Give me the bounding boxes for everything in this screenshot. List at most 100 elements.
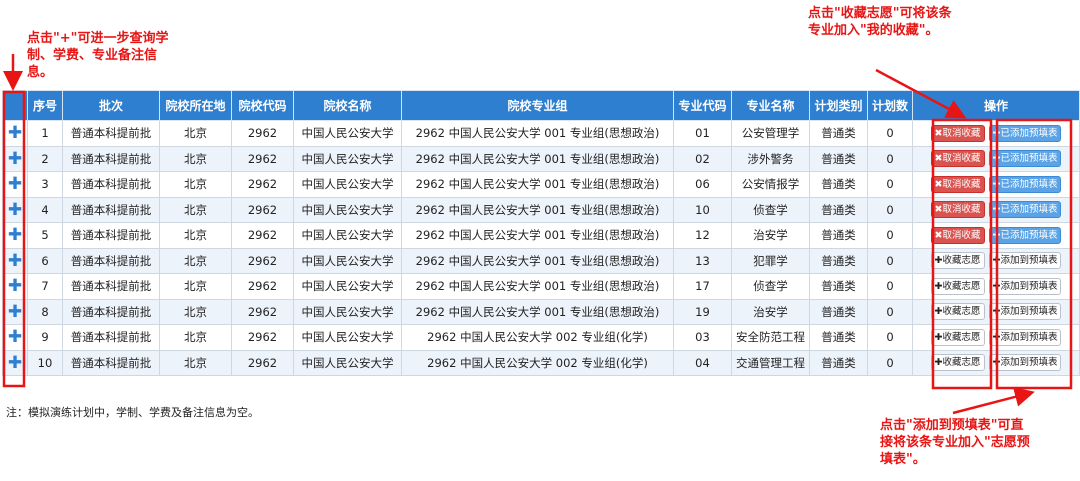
add-to-preform-button[interactable]: ✚添加到预填表 (988, 328, 1062, 346)
actions-cell: ✚收藏志愿 ✚添加到预填表 (912, 349, 1080, 376)
expand-plus-icon[interactable]: ✚ (2, 196, 28, 223)
plan-count-cell: 0 (867, 247, 913, 274)
cancel-favorite-button[interactable]: ✖取消收藏 (930, 150, 985, 168)
table-row: ✚ 4 普通本科提前批 北京 2962 中国人民公安大学 2962 中国人民公安大学 001… (2, 196, 1080, 223)
expand-plus-icon[interactable]: ✚ (2, 247, 28, 274)
location-cell: 北京 (159, 349, 232, 376)
cancel-favorite-button[interactable]: ✖取消收藏 (930, 201, 985, 219)
major-group-cell: 2962 中国人民公安大学 002 专业组(化学) (401, 324, 674, 351)
table-header-row: 序号 批次 院校所在地 院校代码 院校名称 院校专业组 专业代码 专业名称 计划… (2, 90, 1080, 121)
table-row: ✚ 5 普通本科提前批 北京 2962 中国人民公安大学 2962 中国人民公安大学 001… (2, 222, 1080, 249)
add-favorite-button[interactable]: ✚收藏志愿 (930, 354, 985, 372)
major-group-cell: 2962 中国人民公安大学 001 专业组(思想政治) (401, 273, 674, 300)
major-group-cell: 2962 中国人民公安大学 001 专业组(思想政治) (401, 222, 674, 249)
school-name-cell: 中国人民公安大学 (293, 120, 402, 147)
batch-cell: 普通本科提前批 (62, 247, 160, 274)
add-favorite-button[interactable]: ✚收藏志愿 (930, 252, 985, 270)
expand-plus-icon[interactable]: ✚ (2, 120, 28, 147)
major-name-cell: 侦查学 (731, 196, 810, 223)
major-code-cell: 12 (673, 222, 732, 249)
row-number: 10 (27, 349, 63, 376)
school-code-cell: 2962 (231, 273, 294, 300)
location-cell: 北京 (159, 145, 232, 172)
school-code-cell: 2962 (231, 298, 294, 325)
add-favorite-button[interactable]: ✚收藏志愿 (930, 303, 985, 321)
header-major-name: 专业名称 (731, 90, 810, 121)
major-code-cell: 03 (673, 324, 732, 351)
row-number: 5 (27, 222, 63, 249)
added-preform-button[interactable]: ✚已添加预填表 (988, 175, 1062, 193)
footnote: 注：模拟演练计划中，学制、学费及备注信息为空。 (6, 406, 259, 419)
header-batch: 批次 (62, 90, 160, 121)
table-row: ✚ 7 普通本科提前批 北京 2962 中国人民公安大学 2962 中国人民公安大学 001… (2, 273, 1080, 300)
expand-plus-icon[interactable]: ✚ (2, 171, 28, 198)
actions-cell: ✖取消收藏 ✚已添加预填表 (912, 171, 1080, 198)
expand-plus-icon[interactable]: ✚ (2, 298, 28, 325)
major-code-cell: 13 (673, 247, 732, 274)
batch-cell: 普通本科提前批 (62, 324, 160, 351)
header-school-name: 院校名称 (293, 90, 402, 121)
school-name-cell: 中国人民公安大学 (293, 298, 402, 325)
expand-plus-icon[interactable]: ✚ (2, 324, 28, 351)
plan-type-cell: 普通类 (809, 120, 868, 147)
plan-count-cell: 0 (867, 349, 913, 376)
add-favorite-button[interactable]: ✚收藏志愿 (930, 328, 985, 346)
plan-type-cell: 普通类 (809, 324, 868, 351)
added-preform-button[interactable]: ✚已添加预填表 (988, 124, 1062, 142)
school-name-cell: 中国人民公安大学 (293, 196, 402, 223)
plan-count-cell: 0 (867, 324, 913, 351)
batch-cell: 普通本科提前批 (62, 171, 160, 198)
school-name-cell: 中国人民公安大学 (293, 222, 402, 249)
major-name-cell: 公安管理学 (731, 120, 810, 147)
school-code-cell: 2962 (231, 120, 294, 147)
cancel-favorite-button[interactable]: ✖取消收藏 (930, 124, 985, 142)
school-name-cell: 中国人民公安大学 (293, 145, 402, 172)
major-name-cell: 治安学 (731, 298, 810, 325)
plan-count-cell: 0 (867, 298, 913, 325)
expand-plus-icon[interactable]: ✚ (2, 273, 28, 300)
batch-cell: 普通本科提前批 (62, 120, 160, 147)
add-to-preform-button[interactable]: ✚添加到预填表 (988, 303, 1062, 321)
add-to-preform-button[interactable]: ✚添加到预填表 (988, 354, 1062, 372)
batch-cell: 普通本科提前批 (62, 273, 160, 300)
major-name-cell: 公安情报学 (731, 171, 810, 198)
major-code-cell: 17 (673, 273, 732, 300)
added-preform-button[interactable]: ✚已添加预填表 (988, 150, 1062, 168)
plan-type-cell: 普通类 (809, 298, 868, 325)
plus-annotation: 点击"+"可进一步查询学制、学费、专业备注信息。 (27, 31, 169, 80)
school-name-cell: 中国人民公安大学 (293, 349, 402, 376)
location-cell: 北京 (159, 324, 232, 351)
actions-cell: ✖取消收藏 ✚已添加预填表 (912, 120, 1080, 147)
header-expand (2, 90, 28, 121)
actions-cell: ✖取消收藏 ✚已添加预填表 (912, 222, 1080, 249)
plan-count-cell: 0 (867, 273, 913, 300)
location-cell: 北京 (159, 120, 232, 147)
header-school-code: 院校代码 (231, 90, 294, 121)
cancel-favorite-button[interactable]: ✖取消收藏 (930, 226, 985, 244)
add-to-preform-button[interactable]: ✚添加到预填表 (988, 252, 1062, 270)
add-to-preform-button[interactable]: ✚添加到预填表 (988, 277, 1062, 295)
row-number: 6 (27, 247, 63, 274)
header-plan-type: 计划类别 (809, 90, 868, 121)
header-location: 院校所在地 (159, 90, 232, 121)
actions-cell: ✚收藏志愿 ✚添加到预填表 (912, 273, 1080, 300)
add-favorite-button[interactable]: ✚收藏志愿 (930, 277, 985, 295)
school-name-cell: 中国人民公安大学 (293, 273, 402, 300)
actions-cell: ✖取消收藏 ✚已添加预填表 (912, 196, 1080, 223)
plan-type-cell: 普通类 (809, 222, 868, 249)
plan-count-cell: 0 (867, 145, 913, 172)
header-major-code: 专业代码 (673, 90, 732, 121)
row-number: 4 (27, 196, 63, 223)
expand-plus-icon[interactable]: ✚ (2, 145, 28, 172)
expand-plus-icon[interactable]: ✚ (2, 222, 28, 249)
actions-cell: ✚收藏志愿 ✚添加到预填表 (912, 298, 1080, 325)
location-cell: 北京 (159, 171, 232, 198)
added-preform-button[interactable]: ✚已添加预填表 (988, 226, 1062, 244)
cancel-favorite-button[interactable]: ✖取消收藏 (930, 175, 985, 193)
expand-plus-icon[interactable]: ✚ (2, 349, 28, 376)
actions-cell: ✚收藏志愿 ✚添加到预填表 (912, 247, 1080, 274)
batch-cell: 普通本科提前批 (62, 222, 160, 249)
added-preform-button[interactable]: ✚已添加预填表 (988, 201, 1062, 219)
batch-cell: 普通本科提前批 (62, 196, 160, 223)
table-row: ✚ 10 普通本科提前批 北京 2962 中国人民公安大学 2962 中国人民公安大学 00… (2, 349, 1080, 376)
